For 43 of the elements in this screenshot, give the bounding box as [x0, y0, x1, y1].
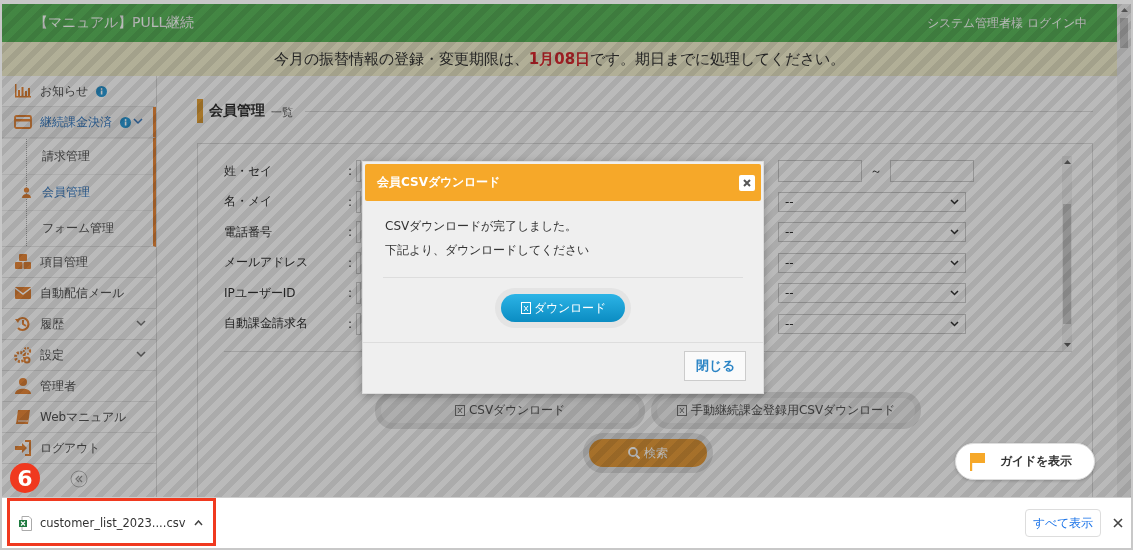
colon: :: [348, 225, 354, 240]
field-label: 電話番号: [224, 223, 273, 241]
colon: :: [348, 316, 354, 331]
guide-button[interactable]: ガイドを表示: [955, 443, 1095, 480]
field-label: 自動課金請求名: [224, 315, 309, 333]
submenu-item[interactable]: 会員管理: [2, 174, 153, 210]
modal-message: CSVダウンロードが完了しました。: [385, 218, 579, 235]
colon: :: [348, 164, 354, 179]
sidebar-item[interactable]: 自動配信メール: [2, 278, 156, 309]
colon: :: [348, 255, 354, 270]
select-field[interactable]: --: [778, 313, 966, 334]
sidebar-item[interactable]: 履歴: [2, 309, 156, 340]
colon: :: [348, 194, 354, 209]
field-label: 姓・セイ: [224, 162, 273, 180]
field-label: 名・メイ: [224, 193, 273, 211]
sidebar-item[interactable]: Webマニュアル: [2, 402, 156, 433]
sidebar-item[interactable]: 管理者: [2, 371, 156, 402]
sidebar-item[interactable]: 設定: [2, 340, 156, 371]
submenu-item[interactable]: 請求管理: [2, 138, 153, 174]
page-subtitle: 一覧: [271, 104, 293, 120]
sidebar-item[interactable]: 項目管理: [2, 247, 156, 278]
page-title: 会員管理: [209, 102, 265, 120]
submenu-item[interactable]: フォーム管理: [2, 210, 153, 246]
login-status: システム管理者様 ログイン中: [927, 14, 1087, 32]
field-label: IPユーザーID: [224, 284, 297, 302]
csv-download-button[interactable]: CSVダウンロード: [375, 392, 645, 429]
modal-message: 下記より、ダウンロードしてください: [385, 242, 590, 259]
select-field[interactable]: --: [778, 252, 966, 273]
select-field[interactable]: --: [778, 283, 966, 304]
deadline-notice: 今月の振替情報の登録・変更期限は、1月08日です。期日までに処理してください。: [273, 49, 846, 69]
csv-download-button[interactable]: 手動継続課金登録用CSVダウンロード: [651, 392, 921, 429]
app-title: 【マニュアル】PULL継続: [34, 14, 195, 32]
modal-title: 会員CSVダウンロード: [377, 174, 500, 191]
sidebar-item[interactable]: 継続課金決済: [2, 107, 156, 138]
select-field[interactable]: --: [778, 191, 966, 212]
download-item[interactable]: customer_list_2023....csv: [2, 498, 211, 548]
range-separator: ～: [870, 162, 882, 180]
close-button[interactable]: 閉じる: [684, 351, 746, 381]
show-all-button[interactable]: すべて表示: [1025, 509, 1101, 537]
field-label: メールアドレス: [224, 254, 309, 272]
sidebar-item[interactable]: ログアウト: [2, 433, 156, 464]
colon: :: [348, 286, 354, 301]
select-field[interactable]: --: [778, 222, 966, 243]
